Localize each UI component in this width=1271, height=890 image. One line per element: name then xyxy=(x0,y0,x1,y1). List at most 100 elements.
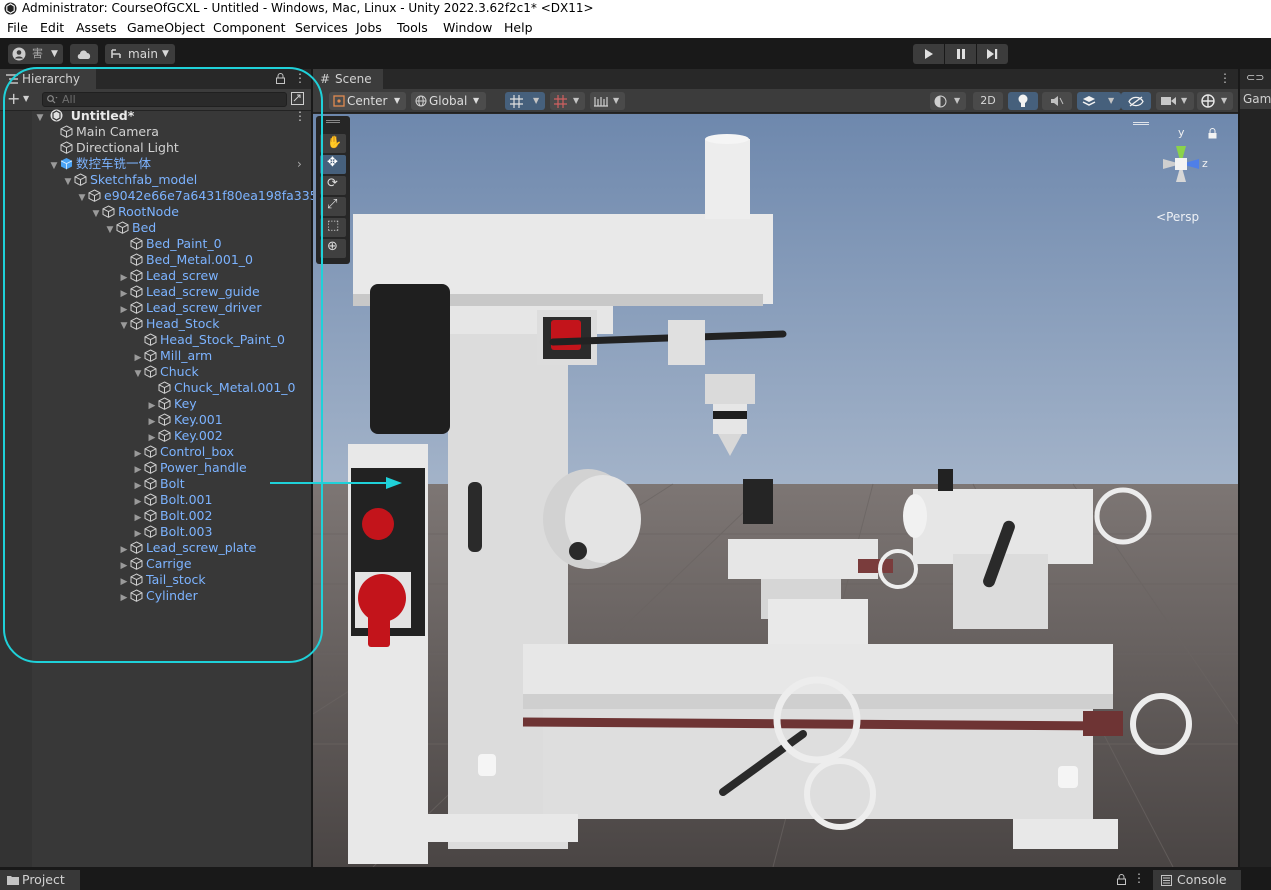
hierarchy-search-input[interactable]: All xyxy=(42,92,287,107)
expanded-arrow-icon[interactable]: ▼ xyxy=(90,206,102,222)
hierarchy-row[interactable]: ▶ Bolt xyxy=(132,476,185,492)
hierarchy-row[interactable]: ▼ Bed xyxy=(104,220,157,238)
expanded-arrow-icon[interactable]: ▼ xyxy=(62,174,74,190)
overlay-handle[interactable] xyxy=(1133,122,1149,125)
scene-root-row[interactable]: ▼ Untitled* xyxy=(34,108,304,124)
hierarchy-row[interactable]: ▶ Cylinder xyxy=(118,588,198,604)
rotate-tool-button[interactable]: ⟳ xyxy=(320,176,346,195)
mode-2d-toggle[interactable]: 2D xyxy=(973,92,1003,110)
hierarchy-row[interactable]: ▶ Carrige xyxy=(118,556,192,572)
pivot-dropdown[interactable]: Center ▼ xyxy=(329,92,406,110)
hierarchy-row[interactable]: ▶ Power_handle xyxy=(132,460,247,476)
incremental-snap-toggle[interactable]: ▼ xyxy=(550,92,585,110)
expanded-arrow-icon[interactable]: ▼ xyxy=(118,318,130,334)
gameobject-cube-icon xyxy=(144,525,157,538)
expanded-arrow-icon[interactable]: ▼ xyxy=(132,366,144,382)
hidden-objects-toggle[interactable] xyxy=(1121,92,1151,110)
menu-file[interactable]: File xyxy=(7,20,28,35)
hierarchy-row[interactable]: ▼ Head_Stock xyxy=(118,316,220,332)
menu-assets[interactable]: Assets xyxy=(76,20,117,35)
effects-dropdown[interactable]: ▼ xyxy=(1077,92,1121,110)
step-button[interactable] xyxy=(977,44,1008,64)
lock-icon[interactable] xyxy=(1208,128,1217,139)
tab-hierarchy[interactable]: Hierarchy xyxy=(0,69,96,89)
hierarchy-row[interactable]: ▶ Key.001 xyxy=(146,412,223,428)
tab-project[interactable]: Project xyxy=(0,870,80,890)
hierarchy-row[interactable]: ▼ e9042e66e7a6431f80ea198fa3352 xyxy=(76,188,326,204)
hierarchy-row[interactable]: ▶ Lead_screw_driver xyxy=(118,300,262,316)
shading-mode-dropdown[interactable]: ▼ xyxy=(930,92,966,110)
scene-viewport[interactable]: y z <Persp xyxy=(313,114,1238,867)
palette-handle[interactable] xyxy=(326,120,340,123)
hierarchy-row[interactable]: ▶ Bolt.003 xyxy=(132,524,213,540)
camera-dropdown[interactable]: ▼ xyxy=(1156,92,1194,110)
hierarchy-row[interactable]: ▶ Mill_arm xyxy=(132,348,213,364)
hierarchy-row[interactable]: ▶ Tail_stock xyxy=(118,572,206,588)
branch-button[interactable]: main ▼ xyxy=(105,44,175,64)
menu-component[interactable]: Component xyxy=(213,20,286,35)
hierarchy-row[interactable]: ▶ Key.002 xyxy=(146,428,223,444)
panel-menu-icon[interactable]: ⋮ xyxy=(1133,871,1145,885)
panel-menu-icon[interactable]: ⋮ xyxy=(1219,71,1231,85)
menu-gameobject[interactable]: GameObject xyxy=(127,20,205,35)
hierarchy-row[interactable]: ▶ Lead_screw xyxy=(118,268,219,284)
menu-edit[interactable]: Edit xyxy=(40,20,64,35)
lighting-toggle[interactable] xyxy=(1008,92,1038,110)
hierarchy-row[interactable]: ▶ Bolt.002 xyxy=(132,508,213,524)
hierarchy-row[interactable]: ▼ 数控车铣一体 xyxy=(48,156,151,172)
hierarchy-row[interactable]: Directional Light xyxy=(48,140,179,156)
lock-icon[interactable] xyxy=(1117,874,1126,885)
hierarchy-row[interactable]: ▶ Key xyxy=(146,396,197,412)
grid-snap-toggle[interactable]: ▼ xyxy=(505,92,545,110)
panel-menu-icon[interactable]: ⋮ xyxy=(294,71,306,85)
hierarchy-row[interactable]: ▶ Bolt.001 xyxy=(132,492,213,508)
hierarchy-row[interactable]: Bed_Metal.001_0 xyxy=(118,252,253,268)
collapsed-arrow-icon[interactable]: ▶ xyxy=(118,590,130,606)
expanded-arrow-icon[interactable]: ▼ xyxy=(76,190,88,206)
transform-tool-button[interactable]: ⊕ xyxy=(320,239,346,258)
tab-scene[interactable]: # Scene xyxy=(313,69,383,89)
hierarchy-row[interactable]: ▶ Control_box xyxy=(132,444,235,460)
tab-console[interactable]: Console xyxy=(1153,870,1241,890)
play-button[interactable] xyxy=(913,44,944,64)
expanded-arrow-icon[interactable]: ▼ xyxy=(104,222,116,238)
expanded-arrow-icon[interactable]: ▼ xyxy=(48,158,60,174)
lock-icon[interactable] xyxy=(276,73,285,84)
hierarchy-row[interactable]: ▼ Chuck xyxy=(132,364,199,380)
menu-tools[interactable]: Tools xyxy=(397,20,428,35)
cloud-button[interactable] xyxy=(70,44,98,64)
projection-toggle[interactable]: <Persp xyxy=(1156,210,1199,224)
move-tool-button[interactable]: ✥ xyxy=(320,155,346,174)
hierarchy-row[interactable]: Head_Stock_Paint_0 xyxy=(132,332,285,348)
orientation-gizmo[interactable]: y z xyxy=(1145,124,1217,214)
space-dropdown[interactable]: Global ▼ xyxy=(411,92,486,110)
pause-button[interactable] xyxy=(945,44,976,64)
rect-tool-button[interactable]: ⬚ xyxy=(320,218,346,237)
chevron-down-icon[interactable]: ▼ xyxy=(23,94,29,103)
audio-toggle[interactable] xyxy=(1042,92,1072,110)
scene-menu-icon[interactable]: ⋮ xyxy=(294,108,306,124)
scene-tool-palette: ✋ ✥ ⟳ ⤢ ⬚ ⊕ xyxy=(316,116,350,264)
hierarchy-row[interactable]: ▼ RootNode xyxy=(90,204,179,220)
ruler-toggle[interactable]: ▼ xyxy=(590,92,625,110)
hierarchy-row[interactable]: Main Camera xyxy=(48,124,159,140)
scale-tool-button[interactable]: ⤢ xyxy=(320,197,346,216)
hierarchy-row[interactable]: ▶ Lead_screw_guide xyxy=(118,284,260,300)
tab-game[interactable]: Game xyxy=(1240,89,1271,109)
menu-help[interactable]: Help xyxy=(504,20,533,35)
gizmos-dropdown[interactable]: ▼ xyxy=(1197,92,1233,110)
menu-jobs[interactable]: Jobs xyxy=(356,20,382,35)
expand-arrow-icon[interactable]: ▼ xyxy=(34,110,46,126)
hierarchy-row[interactable]: ▼ Sketchfab_model xyxy=(62,172,198,190)
account-button[interactable]: 害 ▼ xyxy=(8,44,63,64)
hierarchy-row[interactable]: ▶ Lead_screw_plate xyxy=(118,540,257,556)
hand-tool-button[interactable]: ✋ xyxy=(320,134,346,153)
grid-snap-icon xyxy=(510,95,523,108)
menu-services[interactable]: Services xyxy=(295,20,348,35)
hierarchy-row[interactable]: Chuck_Metal.001_0 xyxy=(146,380,295,396)
scene-visibility-icon[interactable] xyxy=(291,92,304,105)
console-icon xyxy=(1161,875,1172,886)
menu-window[interactable]: Window xyxy=(443,20,492,35)
hierarchy-row[interactable]: Bed_Paint_0 xyxy=(118,236,222,252)
add-icon[interactable]: + xyxy=(7,89,20,108)
